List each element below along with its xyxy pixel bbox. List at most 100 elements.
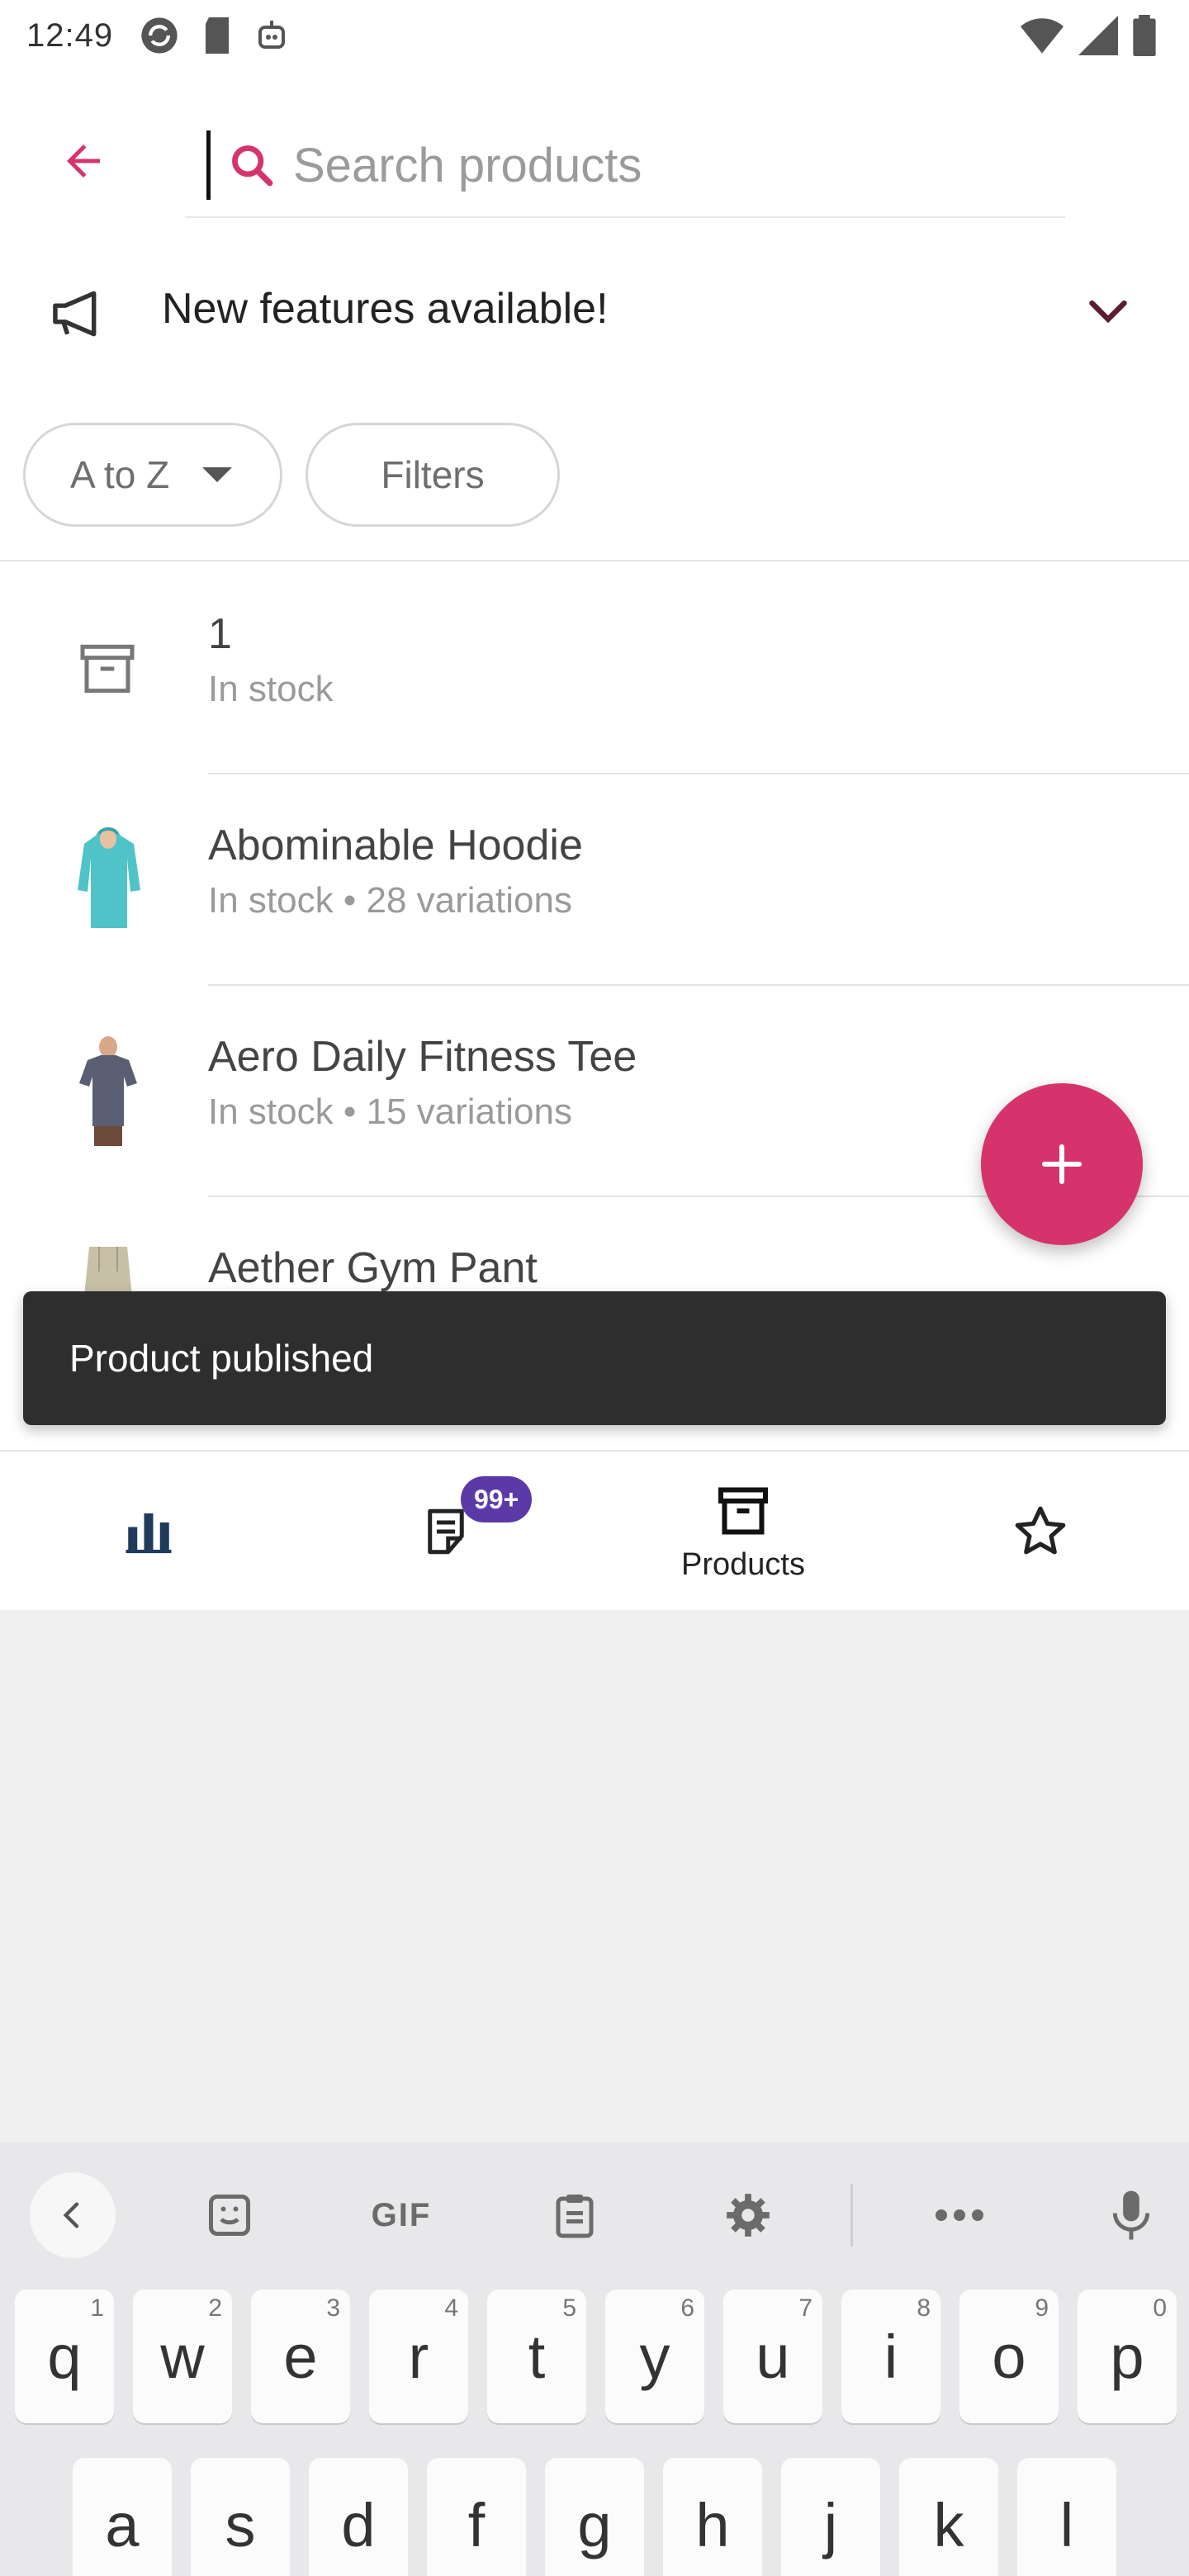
keyboard-settings-button[interactable] (705, 2172, 791, 2258)
search-icon (227, 140, 277, 190)
bar-chart-icon (126, 1513, 172, 1554)
key-hint: 6 (680, 2294, 694, 2322)
sort-chip-label: A to Z (70, 453, 170, 496)
add-product-button[interactable] (981, 1083, 1143, 1245)
text-cursor (206, 130, 211, 200)
chevron-down-icon[interactable] (1087, 296, 1130, 333)
key-hint: 9 (1035, 2294, 1049, 2322)
key-label: u (756, 2322, 790, 2391)
key-label: t (528, 2322, 546, 2391)
key-h[interactable]: h (663, 2458, 762, 2576)
microphone-icon (1112, 2190, 1150, 2240)
key-label: w (160, 2322, 205, 2391)
key-label: j (823, 2490, 838, 2559)
key-label: s (225, 2490, 256, 2559)
key-label: p (1110, 2322, 1144, 2391)
snackbar-text: Product published (69, 1337, 374, 1380)
sd-card-icon (206, 17, 230, 54)
soft-keyboard: GIF q1w2e3r4t5y6u7i8o9p0asdfghjkl (0, 2143, 1189, 2576)
back-button[interactable] (46, 124, 121, 198)
keyboard-toolbar: GIF (0, 2143, 1189, 2275)
product-status: In stock • 28 variations (208, 880, 572, 921)
sort-chip[interactable]: A to Z (23, 423, 282, 527)
nav-products[interactable]: Products (594, 1451, 892, 1612)
more-button[interactable] (917, 2172, 1002, 2258)
search-input[interactable] (293, 137, 1036, 193)
filters-chip[interactable]: Filters (306, 423, 560, 527)
product-thumbnail-hoodie (69, 824, 147, 935)
sync-icon (141, 17, 178, 54)
orders-badge: 99+ (461, 1476, 533, 1522)
wifi-icon (1021, 18, 1063, 54)
key-r[interactable]: r4 (369, 2290, 468, 2423)
plus-icon (1041, 1144, 1082, 1185)
key-f[interactable]: f (427, 2458, 526, 2576)
key-w[interactable]: w2 (133, 2290, 232, 2423)
key-t[interactable]: t5 (487, 2290, 586, 2423)
clipboard-button[interactable] (532, 2172, 618, 2258)
feature-announcement[interactable]: New features available! (0, 264, 1189, 363)
nav-products-label: Products (681, 1546, 805, 1582)
key-o[interactable]: o9 (959, 2290, 1059, 2423)
gif-button[interactable]: GIF (358, 2172, 444, 2258)
key-i[interactable]: i8 (841, 2290, 940, 2423)
more-horizontal-icon (936, 2209, 983, 2221)
sticker-icon (209, 2195, 250, 2236)
nav-reviews[interactable] (892, 1451, 1189, 1612)
list-item[interactable]: Abominable Hoodie In stock • 28 variatio… (0, 774, 1189, 986)
key-label: e (283, 2322, 318, 2391)
key-label: q (47, 2322, 82, 2391)
key-hint: 1 (90, 2294, 104, 2322)
key-g[interactable]: g (545, 2458, 644, 2576)
battery-icon (1133, 15, 1156, 56)
key-label: l (1059, 2490, 1074, 2559)
key-hint: 0 (1153, 2294, 1167, 2322)
key-d[interactable]: d (309, 2458, 408, 2576)
key-s[interactable]: s (191, 2458, 290, 2576)
key-j[interactable]: j (781, 2458, 880, 2576)
key-l[interactable]: l (1017, 2458, 1116, 2576)
key-q[interactable]: q1 (15, 2290, 114, 2423)
back-arrow-icon (67, 144, 100, 178)
signal-icon (1078, 16, 1118, 55)
list-item[interactable]: 1 In stock (0, 563, 1189, 774)
key-label: g (577, 2490, 612, 2559)
megaphone-icon (51, 289, 104, 343)
snackbar: Product published (23, 1291, 1166, 1425)
star-icon (1015, 1506, 1066, 1555)
archive-icon (718, 1487, 768, 1534)
product-name: Aether Gym Pant (208, 1244, 538, 1292)
key-a[interactable]: a (73, 2458, 172, 2576)
bottom-navigation: 99+ Products (0, 1450, 1189, 1610)
key-p[interactable]: p0 (1078, 2290, 1177, 2423)
key-u[interactable]: u7 (723, 2290, 822, 2423)
sticker-button[interactable] (187, 2172, 272, 2258)
product-status: In stock (208, 669, 334, 709)
product-status: In stock • 15 variations (208, 1091, 572, 1132)
status-bar: 12:49 (0, 0, 1189, 71)
key-k[interactable]: k (899, 2458, 998, 2576)
key-y[interactable]: y6 (605, 2290, 704, 2423)
product-name: Aero Daily Fitness Tee (208, 1033, 637, 1081)
key-label: a (105, 2490, 140, 2559)
key-hint: 3 (326, 2294, 340, 2322)
key-label: f (467, 2490, 486, 2559)
robot-icon (258, 21, 286, 49)
nav-orders[interactable]: 99+ (297, 1451, 594, 1612)
key-e[interactable]: e3 (251, 2290, 350, 2423)
search-bar[interactable] (185, 114, 1065, 218)
clipboard-icon (556, 2195, 594, 2238)
gear-icon (727, 2194, 770, 2237)
announcement-text: New features available! (162, 285, 609, 333)
key-label: i (883, 2322, 898, 2391)
empty-area (0, 1610, 1189, 2143)
voice-input-button[interactable] (1088, 2172, 1174, 2258)
keyboard-back-button[interactable] (30, 2172, 116, 2258)
product-thumbnail-tee (69, 1035, 147, 1146)
key-label: y (639, 2322, 670, 2391)
key-hint: 5 (562, 2294, 576, 2322)
key-label: d (341, 2490, 376, 2559)
nav-analytics[interactable] (0, 1451, 297, 1612)
key-label: r (408, 2322, 429, 2391)
product-name: 1 (208, 610, 232, 658)
